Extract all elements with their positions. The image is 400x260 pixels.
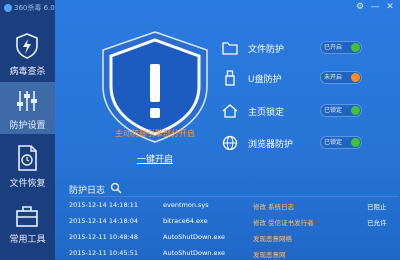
table-row[interactable]: 2015-12-11 10:48:48 AutoShutDown.exe 发现恶… — [69, 230, 399, 246]
protection-item-file: 文件防护 已开启 — [222, 38, 400, 58]
toggle-state: 已锁定 — [324, 107, 343, 114]
toggle-knob — [351, 138, 360, 147]
log-time: 2015-12-11 10:48:48 — [69, 233, 139, 241]
log-process: bitrace64.exe — [163, 217, 208, 225]
file-protection-toggle[interactable]: 已开启 — [320, 41, 362, 54]
protection-label: U盘防护 — [248, 75, 282, 85]
protection-item-browser: 浏览器防护 已锁定 — [222, 133, 400, 153]
log-action: 发现恶意网络 — [253, 235, 292, 243]
close-button[interactable]: ✕ — [383, 1, 397, 13]
toggle-state: 已开启 — [324, 44, 343, 51]
log-action: 修改 系统日志 — [253, 203, 295, 211]
homepage-lock-toggle[interactable]: 已锁定 — [320, 104, 362, 117]
log-time: 2015-12-14 14:18:11 — [69, 201, 139, 209]
sidebar-item-label: 常用工具 — [9, 235, 46, 245]
globe-icon — [222, 135, 238, 151]
toggle-knob — [351, 73, 360, 82]
sidebar: 360杀毒 6.0 病毒查杀 防护设置 文件恢复 常用工具 — [0, 0, 55, 260]
sidebar-item-virus-scan[interactable]: 病毒查杀 — [0, 20, 55, 82]
sidebar-item-label: 文件恢复 — [9, 179, 46, 189]
sidebar-item-file-restore[interactable]: 文件恢复 — [0, 140, 55, 196]
log-process: AutoShutDown.exe — [163, 233, 226, 241]
log-time: 2015-12-11 10:45:51 — [69, 249, 139, 257]
log-time: 2015-12-14 14:18:04 — [69, 217, 139, 225]
sidebar-item-protection-settings[interactable]: 防护设置 — [0, 82, 55, 134]
file-restore-icon — [18, 145, 37, 171]
toggle-knob — [351, 43, 360, 52]
protection-item-homepage: 主页锁定 已锁定 — [222, 101, 400, 121]
sidebar-item-tools[interactable]: 常用工具 — [0, 200, 55, 258]
protection-label: 主页锁定 — [248, 108, 285, 118]
protection-label: 文件防护 — [248, 45, 285, 55]
main-panel: ⚙ — ✕ 主动防御引擎部分开启 一键开启 文件防护 已开启 U盘防护 未开启 … — [55, 0, 400, 260]
enable-all-link[interactable]: 一键开启 — [75, 152, 235, 165]
home-icon — [222, 104, 238, 118]
log-title: 防护日志 — [69, 186, 106, 196]
sliders-icon — [17, 91, 37, 111]
minimize-button[interactable]: — — [368, 1, 382, 13]
toggle-knob — [351, 106, 360, 115]
toolbox-icon — [16, 206, 38, 227]
sidebar-item-label: 防护设置 — [9, 121, 46, 131]
app-title: 360杀毒 6.0 — [0, 0, 60, 16]
app-window: 360杀毒 6.0 病毒查杀 防护设置 文件恢复 常用工具 ⚙ — ✕ 主动防御… — [0, 0, 400, 260]
divider — [69, 196, 399, 197]
table-row[interactable]: 2015-12-14 14:18:11 eventmon.sys 修改 系统日志… — [69, 198, 399, 214]
lightning-shield-icon — [16, 33, 38, 59]
browser-protection-toggle[interactable]: 已锁定 — [320, 136, 362, 149]
folder-icon — [222, 42, 238, 55]
usb-icon — [225, 70, 235, 86]
protection-label: 浏览器防护 — [248, 140, 294, 150]
sidebar-item-label: 病毒查杀 — [9, 67, 46, 77]
log-process: eventmon.sys — [163, 201, 209, 209]
app-title-text: 360杀毒 6.0 — [14, 4, 55, 12]
table-row[interactable]: 2015-12-11 10:45:51 AutoShutDown.exe 发现恶… — [69, 246, 399, 260]
log-result: 已阻止 — [367, 203, 387, 211]
status-message: 主动防御引擎部分开启 — [115, 129, 195, 138]
settings-icon[interactable]: ⚙ — [353, 1, 367, 13]
toggle-state: 已锁定 — [324, 139, 343, 146]
search-icon[interactable] — [110, 182, 122, 194]
app-logo-icon — [4, 4, 12, 12]
log-result: 已允许 — [367, 219, 387, 227]
log-action: 修改 受信证书发行者 — [253, 219, 314, 227]
log-process: AutoShutDown.exe — [163, 249, 226, 257]
protection-item-usb: U盘防护 未开启 — [222, 68, 400, 88]
toggle-state: 未开启 — [324, 74, 343, 81]
usb-protection-toggle[interactable]: 未开启 — [320, 71, 362, 84]
table-row[interactable]: 2015-12-14 14:18:04 bitrace64.exe 修改 受信证… — [69, 214, 399, 230]
log-action: 发现恶意网 — [253, 251, 286, 259]
